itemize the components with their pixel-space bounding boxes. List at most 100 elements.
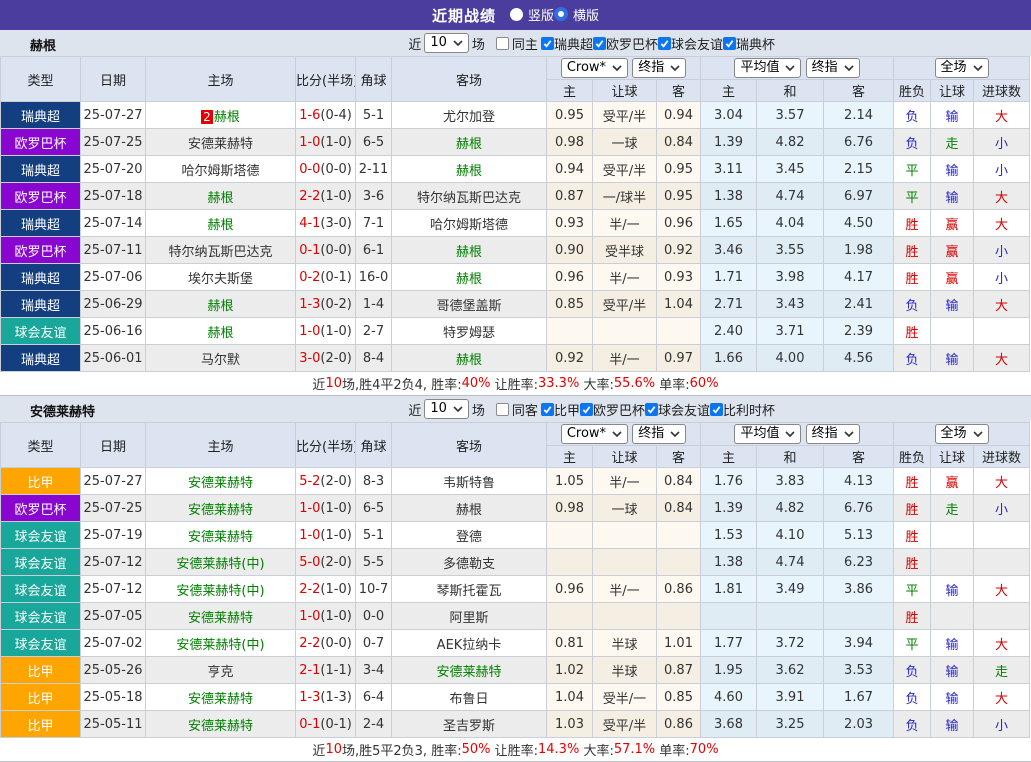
- halftime-score: (0-0): [320, 243, 351, 258]
- table-row: 欧罗巴杯25-07-11特尔纳瓦斯巴达克0-1(0-0)6-1赫根0.90受半球…: [1, 237, 1030, 264]
- chevron-down-icon: [973, 431, 983, 437]
- handicap-final-select[interactable]: 终指: [632, 424, 686, 444]
- bookmaker-select[interactable]: Crow*: [561, 58, 628, 78]
- fulltime-score: 2-2: [299, 636, 320, 651]
- avg-draw-odds-cell: 3.49: [757, 576, 824, 603]
- league-filter-checkbox[interactable]: [541, 37, 554, 50]
- table-row: 欧罗巴杯25-07-25安德莱赫特1-0(1-0)6-5赫根0.98一球0.84…: [1, 129, 1030, 156]
- avg-away-odds-cell: 3.53: [824, 657, 894, 684]
- avg-home-odds-cell: 1.38: [701, 549, 757, 576]
- away-team-cell: 哈尔姆斯塔德: [392, 210, 547, 237]
- average-final-select[interactable]: 终指: [806, 424, 860, 444]
- fulltime-score: 1-0: [299, 501, 320, 516]
- home-team-name: 安德莱赫特(中): [176, 584, 264, 599]
- let-away-odds-cell: 0.95: [657, 183, 701, 210]
- col-type-header: 类型: [1, 57, 81, 102]
- away-team-name: 赫根: [456, 164, 482, 179]
- fulltime-select[interactable]: 全场: [935, 58, 989, 78]
- filter-bar: 近 10 场 同主 瑞典超欧罗巴杯球会友谊瑞典杯: [408, 33, 775, 53]
- goals-result-cell: 大: [974, 576, 1030, 603]
- league-filter-checkbox[interactable]: [658, 37, 671, 50]
- chevron-down-icon: [785, 431, 795, 437]
- result-cell: 胜: [894, 603, 931, 630]
- league-filter-label: 比甲: [554, 400, 580, 419]
- layout-radio[interactable]: 竖版: [510, 5, 554, 24]
- same-venue-checkbox[interactable]: [496, 37, 509, 50]
- fulltime-score: 1-0: [299, 135, 320, 150]
- corner-cell: 0-0: [356, 603, 392, 630]
- fulltime-score: 5-2: [299, 474, 320, 489]
- col-home-header: 主场: [146, 57, 296, 102]
- table-row: 欧罗巴杯25-07-18赫根2-2(1-0)3-6特尔纳瓦斯巴达克0.87一/球…: [1, 183, 1030, 210]
- home-team-name: 赫根: [207, 326, 233, 341]
- corner-cell: 16-0: [356, 264, 392, 291]
- league-filter-checkbox[interactable]: [645, 403, 658, 416]
- filter-bar: 近 10 场 同客 比甲欧罗巴杯球会友谊比利时杯: [408, 399, 775, 419]
- goals-result-cell: 大: [974, 630, 1030, 657]
- home-team-cell: 特尔纳瓦斯巴达克: [146, 237, 296, 264]
- avg-away-odds-cell: 4.50: [824, 210, 894, 237]
- layout-radio[interactable]: 横版: [554, 5, 599, 24]
- goals-result-cell: [974, 549, 1030, 576]
- col-result-header: 胜负: [894, 446, 931, 468]
- home-team-name: 安德莱赫特: [188, 530, 253, 545]
- table-row: 瑞典超25-06-29赫根1-3(0-2)1-4哥德堡盖斯0.85受平/半1.0…: [1, 291, 1030, 318]
- away-team-name: 赫根: [456, 272, 482, 287]
- handicap-final-select[interactable]: 终指: [632, 58, 686, 78]
- date-cell: 25-07-20: [81, 156, 146, 183]
- page-title: 近期战绩: [432, 5, 496, 26]
- avg-draw-odds-cell: 3.91: [757, 684, 824, 711]
- let-line-cell: 半/一: [593, 210, 657, 237]
- col-avg-draw-header: 和: [757, 446, 824, 468]
- bookmaker-select[interactable]: Crow*: [561, 424, 628, 444]
- corner-cell: 5-1: [356, 522, 392, 549]
- col-let-home-header: 主: [547, 80, 593, 102]
- league-cell: 比甲: [1, 468, 81, 495]
- home-team-name: 安德莱赫特: [188, 137, 253, 152]
- recent-count-select[interactable]: 10: [424, 399, 469, 419]
- let-result-cell: [931, 522, 974, 549]
- league-filter-checkbox[interactable]: [593, 37, 606, 50]
- summary-segment: 单率:: [655, 740, 690, 759]
- league-cell: 瑞典超: [1, 102, 81, 129]
- avg-draw-odds-cell: 3.45: [757, 156, 824, 183]
- home-team-cell: 埃尔夫斯堡: [146, 264, 296, 291]
- average-select[interactable]: 平均值: [734, 58, 801, 78]
- avg-draw-odds-cell: 4.00: [757, 345, 824, 372]
- home-team-cell: 安德莱赫特(中): [146, 576, 296, 603]
- col-let-line-header: 让球: [593, 446, 657, 468]
- home-team-name: 安德莱赫特: [188, 611, 253, 626]
- league-filter-label: 比利时杯: [723, 400, 775, 419]
- fulltime-score: 0-0: [299, 162, 320, 177]
- average-select[interactable]: 平均值: [734, 424, 801, 444]
- league-filter-checkbox[interactable]: [723, 37, 736, 50]
- average-final-select[interactable]: 终指: [806, 58, 860, 78]
- check-icon: [542, 404, 553, 415]
- avg-away-odds-cell: 4.56: [824, 345, 894, 372]
- league-filter-checkbox[interactable]: [710, 403, 723, 416]
- corner-cell: 3-4: [356, 657, 392, 684]
- goals-result-cell: [974, 603, 1030, 630]
- avg-draw-odds-cell: 4.82: [757, 495, 824, 522]
- let-result-cell: 赢: [931, 468, 974, 495]
- league-filter-checkbox[interactable]: [580, 403, 593, 416]
- result-cell: 负: [894, 684, 931, 711]
- avg-home-odds-cell: 1.71: [701, 264, 757, 291]
- score-cell: 2-2(1-0): [296, 183, 356, 210]
- score-cell: 2-2(1-0): [296, 576, 356, 603]
- radio-unchecked-icon: [510, 8, 523, 21]
- corner-cell: 6-4: [356, 684, 392, 711]
- summary-segment: 10: [325, 376, 342, 391]
- let-result-cell: 输: [931, 657, 974, 684]
- league-filter-checkbox[interactable]: [541, 403, 554, 416]
- let-result-cell: 输: [931, 630, 974, 657]
- recent-count-select[interactable]: 10: [424, 33, 469, 53]
- fulltime-select[interactable]: 全场: [935, 424, 989, 444]
- goals-result-cell: 大: [974, 210, 1030, 237]
- same-venue-checkbox[interactable]: [496, 403, 509, 416]
- let-line-cell: 受半/一: [593, 684, 657, 711]
- avg-home-odds-cell: 3.46: [701, 237, 757, 264]
- col-let-home-header: 主: [547, 446, 593, 468]
- summary-segment: 40%: [462, 376, 491, 391]
- team-name: 安德莱赫特: [30, 401, 95, 420]
